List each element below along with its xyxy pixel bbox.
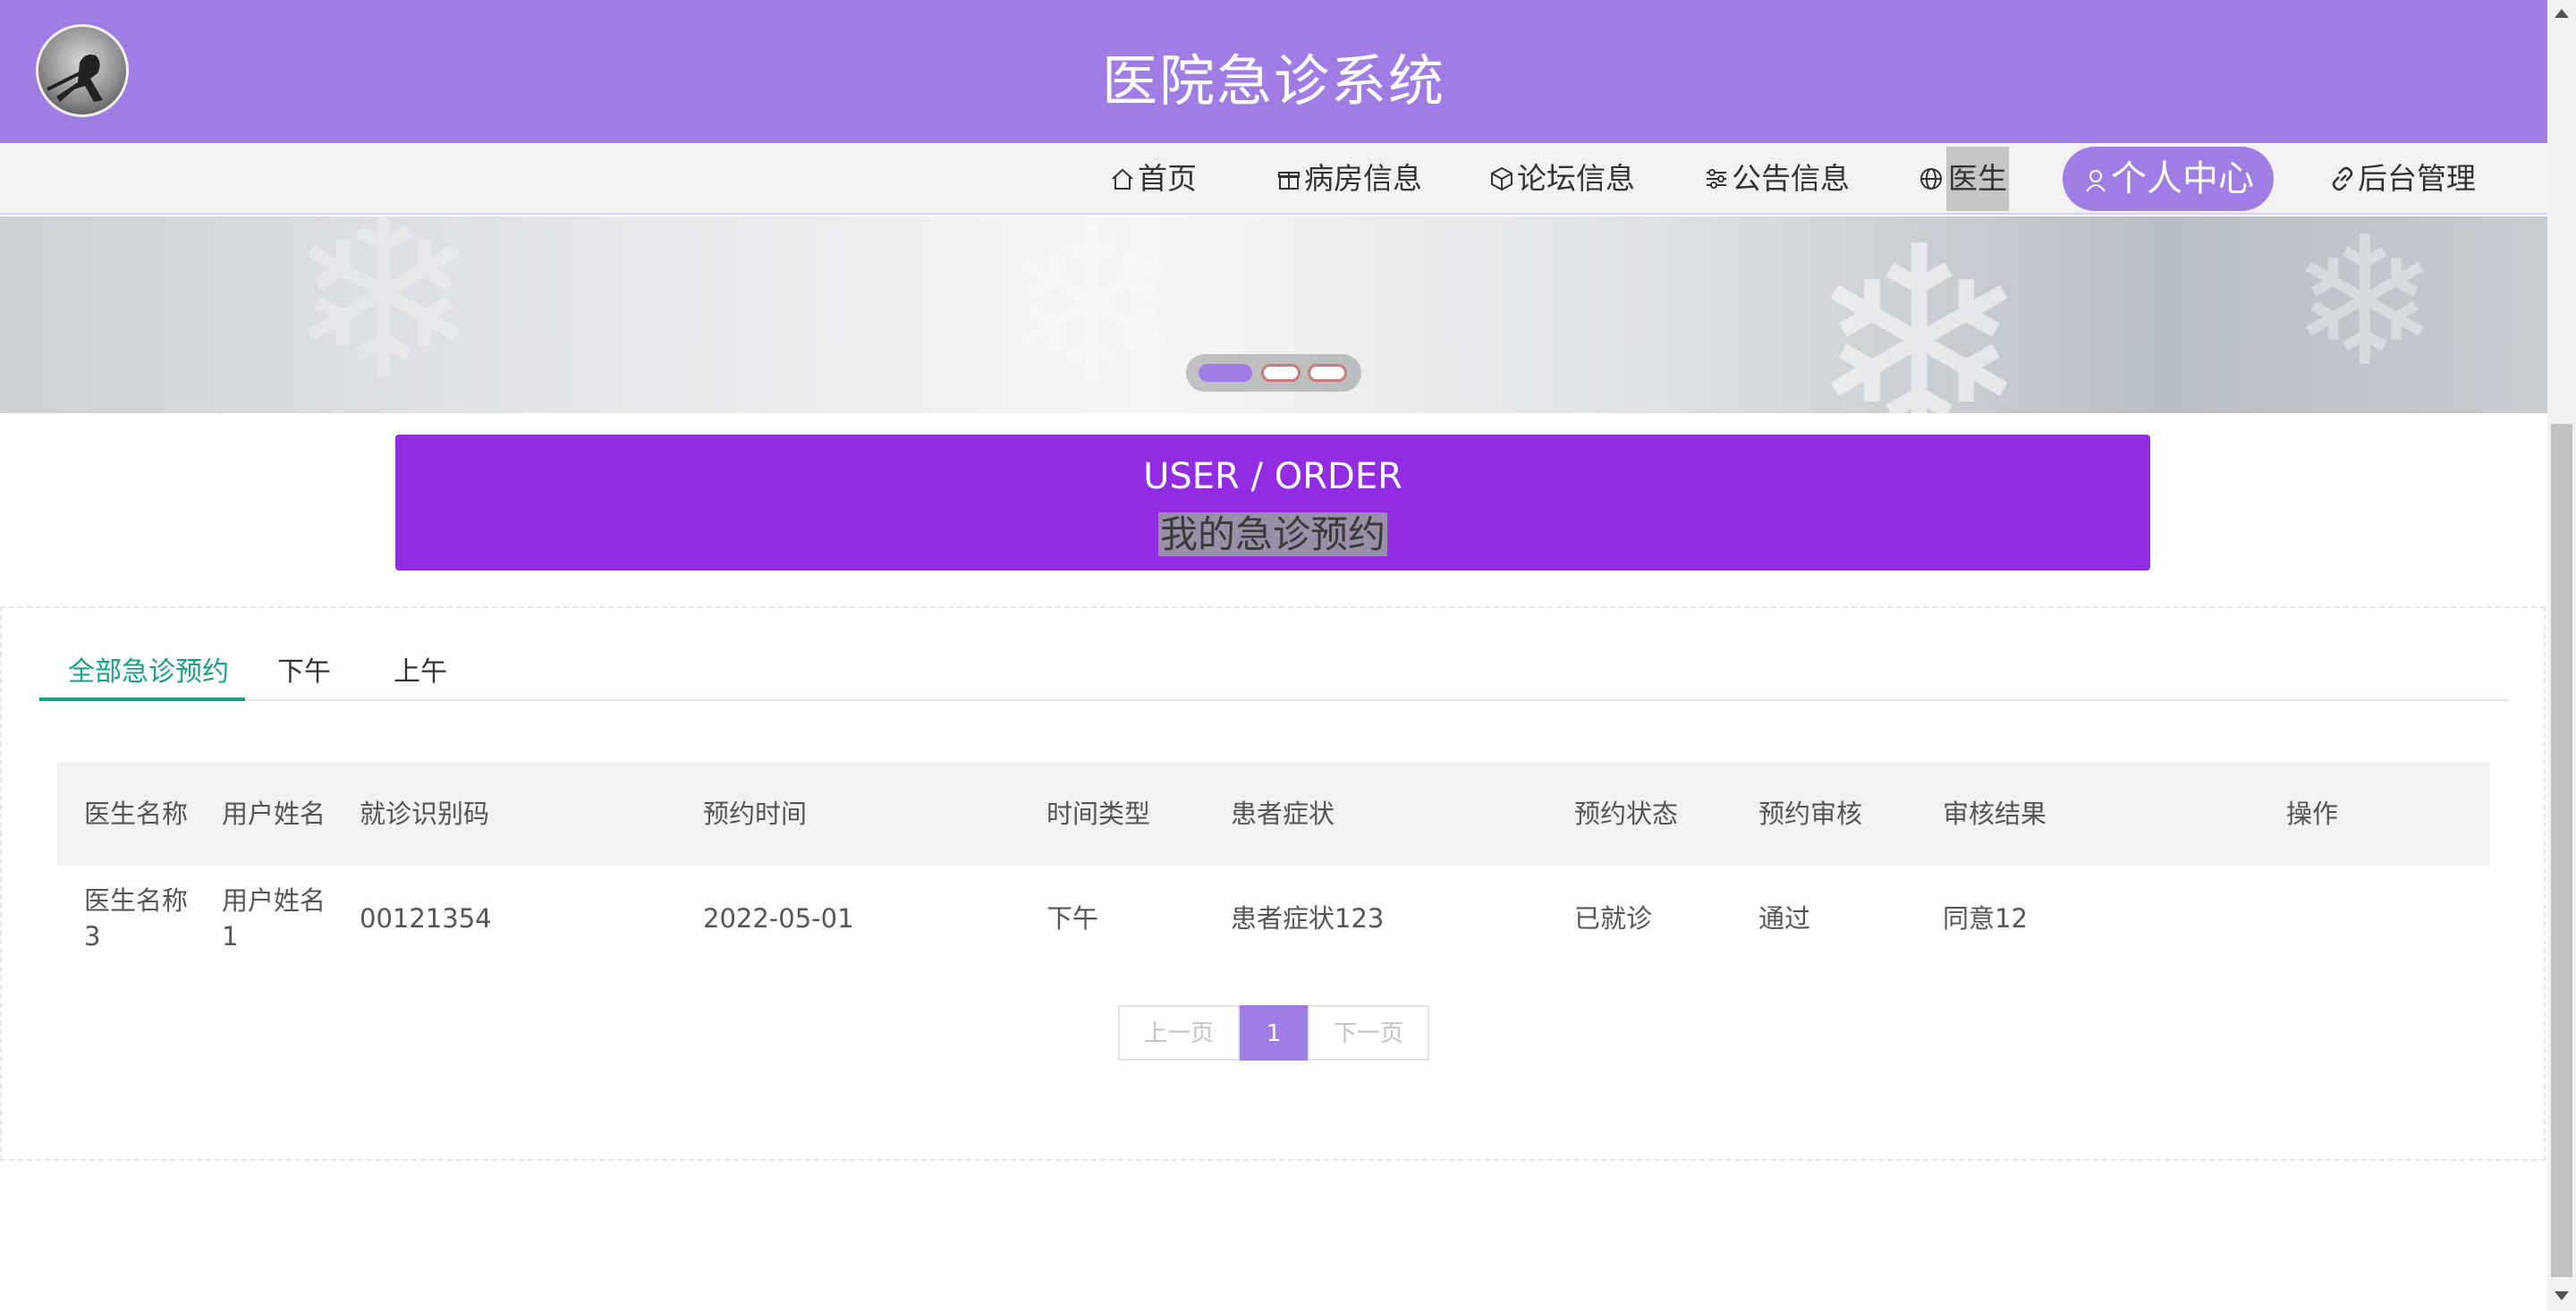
user-icon [2086,170,2106,192]
col-time-type: 时间类型 [1046,799,1151,829]
nav-label: 后台管理 [2358,161,2476,196]
cell-doctor-name: 医生名称3 [84,885,189,952]
site-header: 医院急诊系统 [0,0,2547,143]
scroll-up-arrow-icon[interactable] [2555,9,2569,18]
link-icon [2332,166,2353,191]
nav-label: 个人中心 [2111,158,2254,199]
cell-actions[interactable] [2259,866,2490,971]
scrollbar-thumb[interactable] [2551,424,2572,1277]
nav-label: 病房信息 [1304,161,1422,196]
nav-label: 首页 [1138,161,1197,196]
section-title-cn: 我的急诊预约 [395,504,2150,559]
globe-icon [1920,168,1942,190]
col-status: 预约状态 [1574,799,1679,829]
appointments-table: 医生名称 用户姓名 就诊识别码 预约时间 时间类型 患者症状 预约状态 预约审核… [57,762,2490,971]
cell-symptoms: 患者症状123 [1231,903,1385,934]
cell-review: 通过 [1758,903,1811,934]
cell-visit-code: 00121354 [360,903,492,934]
nav-label: 论坛信息 [1517,161,1635,196]
next-page-button[interactable]: 下一页 [1308,1005,1429,1061]
col-user-name: 用户姓名 [222,799,326,829]
col-visit-code: 就诊识别码 [360,799,490,829]
col-appointment-time: 预约时间 [703,799,808,829]
nav-item-home[interactable]: 首页 [1109,143,1197,215]
nav-label: 公告信息 [1732,161,1850,196]
col-review: 预约审核 [1758,799,1863,829]
tab-active-indicator [39,698,245,701]
nav-item-notices[interactable]: 公告信息 [1703,143,1850,215]
col-actions: 操作 [2286,799,2339,829]
section-title-cn-text: 我的急诊预约 [1157,512,1387,556]
carousel-dot-3[interactable] [1308,364,1347,382]
tab-afternoon[interactable]: 下午 [277,649,331,689]
nav-item-forum[interactable]: 论坛信息 [1488,143,1635,215]
tab-bar: 全部急诊预约 下午 上午 [39,608,2508,701]
prev-page-button[interactable]: 上一页 [1118,1005,1240,1061]
page-1-button[interactable]: 1 [1240,1005,1308,1061]
nav-item-personal-center[interactable]: 个人中心 [2063,147,2274,211]
snowflake-decoration: ❄ [1807,216,2032,413]
cell-review-result: 同意12 [1943,903,2028,934]
carousel-dot-1[interactable] [1199,364,1252,382]
cell-status: 已就诊 [1574,903,1653,934]
snowflake-decoration: ❄ [2290,216,2440,407]
snowflake-decoration: ❄ [1002,216,1182,413]
tab-morning[interactable]: 上午 [394,649,447,689]
vertical-scrollbar[interactable] [2547,0,2576,1311]
section-title-box: USER / ORDER 我的急诊预约 [395,435,2150,571]
cell-user-name: 用户姓名1 [222,885,326,952]
section-title-en: USER / ORDER [1143,456,1402,497]
snowflake-decoration: ❄ [286,216,481,413]
col-symptoms: 患者症状 [1231,799,1335,829]
site-title: 医院急诊系统 [1101,48,1445,114]
table-row: 医生名称3 用户姓名1 00121354 2022-05-01 下午 患者症状1… [57,866,2490,971]
col-doctor-name: 医生名称 [84,799,189,829]
main-nav: 首页 病房信息 论坛信息 公告信息 医生 个人中心 后台管理 [0,143,2547,215]
pagination: 上一页 1 下一页 [1118,1005,1429,1061]
nav-item-doctor[interactable]: 医生 [1918,143,2009,215]
gift-icon [1278,172,1300,190]
nav-label: 医生 [1946,147,2009,211]
nav-item-wards[interactable]: 病房信息 [1275,143,1422,215]
sliders-icon [1707,169,1726,189]
table-header-row: 医生名称 用户姓名 就诊识别码 预约时间 时间类型 患者症状 预约状态 预约审核… [57,762,2490,866]
carousel-dot-2[interactable] [1261,364,1301,382]
tab-all-appointments[interactable]: 全部急诊预约 [68,649,229,689]
carousel-indicators [1186,354,1361,392]
nav-item-admin[interactable]: 后台管理 [2329,143,2476,215]
home-icon [1112,168,1133,190]
col-review-result: 审核结果 [1943,799,2047,829]
cube-icon [1491,166,1513,191]
banner-carousel: ❄ ❄ ❄ ❄ [0,216,2547,413]
cell-time-type: 下午 [1046,903,1099,934]
scroll-down-arrow-icon[interactable] [2555,1291,2569,1300]
cell-appointment-time: 2022-05-01 [703,903,854,934]
